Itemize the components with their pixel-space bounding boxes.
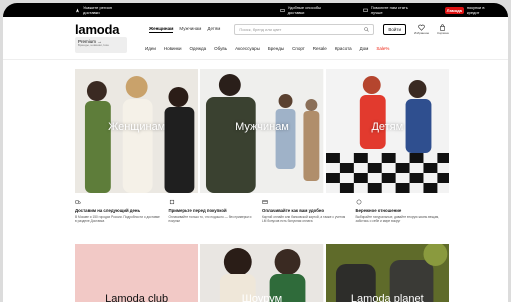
promo-showroom[interactable]: Шоурум <box>200 244 324 302</box>
benefit-delivery-title: Доставим на следующий день <box>75 208 141 213</box>
nav-item-resale[interactable]: Resale <box>313 46 327 51</box>
promo-cards: Lamoda club Шоурум Lamoda planet <box>75 244 449 302</box>
promo-showroom-label: Шоурум <box>241 293 283 302</box>
benefit-care: Бережное отношение Выбирайте натуральные… <box>356 199 450 224</box>
location-icon <box>75 8 79 12</box>
nav-item-sale[interactable]: Sale% <box>376 46 389 51</box>
region-selector[interactable]: Укажите регион доставки <box>75 5 130 15</box>
header-divider <box>3 59 508 60</box>
hero-banners: Женщинам Мужчинам Детям <box>75 69 449 193</box>
search-placeholder: Поиск, бренд или цвет <box>239 26 282 32</box>
feedback-text: Помогите нам стать лучше <box>370 5 408 15</box>
nav-item-accessories[interactable]: Аксессуары <box>235 46 260 51</box>
promo-planet-label: Lamoda planet <box>350 293 424 302</box>
hero-kids[interactable]: Детям <box>325 69 449 193</box>
chat-icon <box>363 8 368 12</box>
search-icon[interactable] <box>364 26 370 32</box>
category-nav: Premium → Бренды, новинки, luxe Идеи Нов… <box>3 37 508 55</box>
nav-item-shoes[interactable]: Обувь <box>214 46 227 51</box>
benefit-tryon: Примерьте перед покупкой Оплачивайте тол… <box>169 199 263 224</box>
benefit-delivery: Доставим на следующий день В Москве и 15… <box>75 199 169 224</box>
hero-women[interactable]: Женщинам <box>75 69 199 193</box>
nav-item-brands[interactable]: Бренды <box>268 46 284 51</box>
premium-sub: Бренды, новинки, luxe <box>78 43 109 48</box>
promo-club-label: Lamoda club <box>105 293 169 302</box>
benefit-delivery-text: В Москве и 150 городах России. Подробнос… <box>75 215 160 224</box>
nav-item-home[interactable]: Дом <box>360 46 369 51</box>
tab-kids[interactable]: Детям <box>207 26 220 33</box>
promo-planet[interactable]: Lamoda planet <box>325 244 449 302</box>
hero-men[interactable]: Мужчинам <box>200 69 324 193</box>
feedback-link[interactable]: Помогите нам стать лучше <box>363 5 421 15</box>
truck-icon <box>75 200 81 204</box>
nav-item-beauty[interactable]: Красота <box>335 46 352 51</box>
tab-men[interactable]: Мужчинам <box>179 26 201 33</box>
favorites-button[interactable]: Избранное <box>414 24 429 35</box>
benefit-care-title: Бережное отношение <box>355 208 402 213</box>
truck-small-icon <box>279 8 285 12</box>
nav-item-ideas[interactable]: Идеи <box>145 46 156 51</box>
tab-women[interactable]: Женщинам <box>149 26 174 33</box>
region-text: Укажите регион доставки <box>82 5 113 15</box>
search-input[interactable]: Поиск, бренд или цвет <box>234 23 375 35</box>
login-button[interactable]: Войти <box>383 23 406 35</box>
logo[interactable]: lamoda <box>75 22 149 37</box>
heart-icon <box>418 24 425 31</box>
box-icon <box>169 199 174 205</box>
category-list: Идеи Новинки Одежда Обувь Аксессуары Бре… <box>145 46 389 51</box>
nav-item-clothes[interactable]: Одежда <box>190 46 207 51</box>
benefit-tryon-text: Оплачивайте только то, что подошло — без… <box>168 215 252 224</box>
smile-icon <box>356 199 361 205</box>
cart-label: Корзина <box>437 30 449 35</box>
cart-button[interactable]: Корзина <box>437 23 449 35</box>
delivery-text: Удобные способы доставки <box>287 5 322 15</box>
delivery-link[interactable]: Удобные способы доставки <box>279 5 339 15</box>
benefit-payment-text: Картой онлайн или банковской картой, а т… <box>262 215 346 224</box>
benefits-row: Доставим на следующий день В Москве и 15… <box>75 199 449 224</box>
favorites-label: Избранное <box>414 30 430 35</box>
nav-item-new[interactable]: Новинки <box>164 46 182 51</box>
gender-tabs: Женщинам Мужчинам Детям <box>149 26 220 33</box>
nav-item-sport[interactable]: Спорт <box>292 46 305 51</box>
benefit-payment-title: Оплачивайте как вам удобно <box>262 208 325 213</box>
top-strip: Укажите регион доставки Удобные способы … <box>3 3 508 17</box>
page: Укажите регион доставки Удобные способы … <box>3 3 508 302</box>
hero-men-label: Мужчинам <box>235 121 289 133</box>
credit-promo[interactable]: Ламода покупки в кредит <box>444 5 498 15</box>
benefit-payment: Оплачивайте как вам удобно Картой онлайн… <box>262 199 356 224</box>
hero-women-label: Женщинам <box>108 121 166 133</box>
premium-link[interactable]: Premium → Бренды, новинки, luxe <box>75 37 127 53</box>
brand-pill: Ламода <box>444 6 464 14</box>
benefit-tryon-title: Примерьте перед покупкой <box>168 208 227 213</box>
hero-kids-label: Детям <box>371 121 404 133</box>
credit-text: покупки в кредит <box>466 5 485 15</box>
bag-icon <box>440 23 446 31</box>
promo-club[interactable]: Lamoda club <box>75 244 199 302</box>
card-icon <box>262 200 268 204</box>
benefit-care-text: Выбирайте натуральные, давайте вторую жи… <box>355 215 440 224</box>
